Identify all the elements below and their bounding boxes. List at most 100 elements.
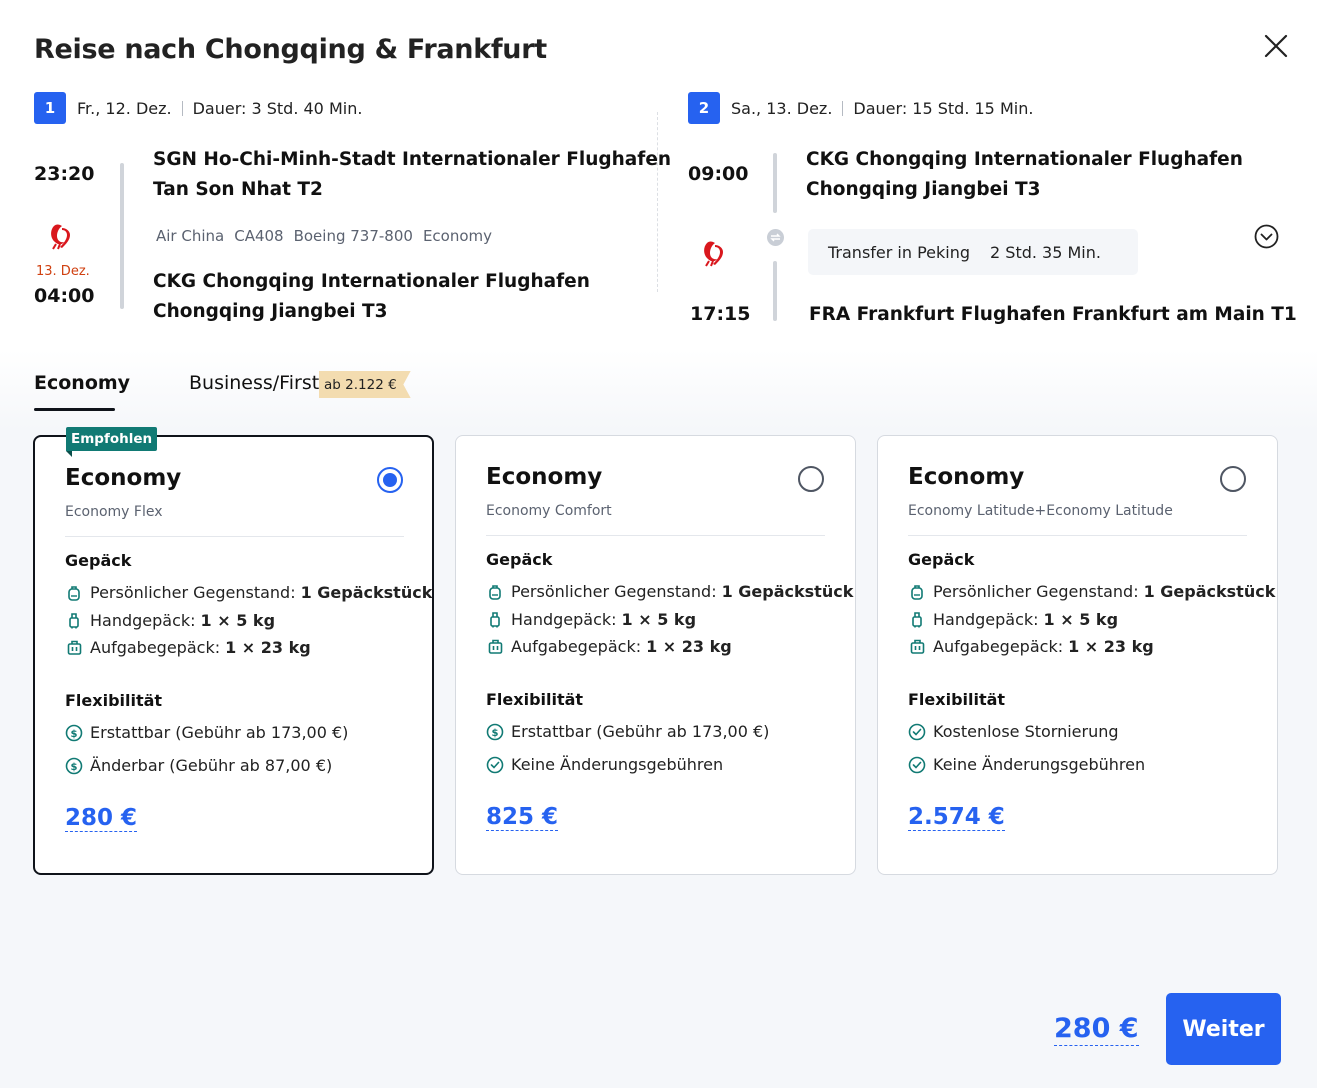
personal-item-row: Persönlicher Gegenstand: 1 Gepäckstück bbox=[65, 583, 432, 602]
arrival-airport-name: CKG Chongqing Internationaler Flughafen bbox=[153, 271, 590, 292]
dollar-circle-icon: $ bbox=[486, 723, 504, 741]
flight-timeline bbox=[773, 153, 777, 213]
checked-bag-value: 1 × 23 kg bbox=[1068, 637, 1154, 656]
dollar-circle-icon: $ bbox=[65, 724, 83, 742]
segment-number: 1 bbox=[34, 92, 66, 124]
flex-row-refund: $ Erstattbar (Gebühr ab 173,00 €) bbox=[486, 722, 769, 741]
segment-date: Fr., 12. Dez. bbox=[77, 98, 172, 118]
tab-active-indicator bbox=[34, 408, 115, 411]
checked-bag-value: 1 × 23 kg bbox=[646, 637, 732, 656]
personal-item-row: Persönlicher Gegenstand: 1 Gepäckstück bbox=[486, 582, 853, 601]
fare-price[interactable]: 825 € bbox=[486, 804, 559, 831]
transfer-info: Transfer in Peking 2 Std. 35 Min. bbox=[808, 229, 1138, 275]
carry-on-label: Handgepäck: bbox=[511, 610, 617, 629]
personal-item-value: 1 Gepäckstück bbox=[300, 583, 433, 602]
flex-cancel-text: Kostenlose Stornierung bbox=[933, 722, 1119, 741]
fare-radio[interactable] bbox=[798, 466, 824, 492]
carry-on-bag-icon bbox=[908, 611, 926, 629]
segment-duration: Dauer: 3 Std. 40 Min. bbox=[192, 98, 363, 118]
tab-economy[interactable]: Economy bbox=[34, 372, 130, 394]
departure-time: 23:20 bbox=[34, 163, 95, 185]
departure-airport-name: SGN Ho-Chi-Minh-Stadt Internationaler Fl… bbox=[153, 149, 672, 170]
departure-airport: CKG Chongqing Internationaler Flughafen … bbox=[806, 145, 1243, 205]
tab-business-first[interactable]: Business/First bbox=[189, 372, 319, 394]
backpack-icon bbox=[65, 584, 83, 602]
backpack-icon bbox=[486, 583, 504, 601]
arrival-airport-terminal: Chongqing Jiangbei T3 bbox=[153, 301, 388, 322]
flex-change-text: Keine Änderungsgebühren bbox=[511, 755, 724, 774]
suitcase-icon bbox=[486, 638, 504, 656]
segment-duration: Dauer: 15 Std. 15 Min. bbox=[853, 98, 1034, 118]
air-china-logo-icon bbox=[704, 241, 723, 267]
chevron-down-circle-icon[interactable] bbox=[1254, 224, 1279, 249]
fare-subtitle: Economy Comfort bbox=[486, 503, 612, 519]
carry-on-bag-icon bbox=[486, 611, 504, 629]
backpack-icon bbox=[908, 583, 926, 601]
flex-change-text: Änderbar (Gebühr ab 87,00 €) bbox=[90, 756, 333, 775]
transfer-label: Transfer in Peking bbox=[828, 242, 971, 262]
page-title: Reise nach Chongqing & Frankfurt bbox=[34, 34, 547, 65]
segment-1-header: 1 Fr., 12. Dez. Dauer: 3 Std. 40 Min. bbox=[34, 92, 362, 124]
flexibility-heading: Flexibilität bbox=[486, 690, 584, 709]
checked-bag-label: Aufgabegepäck: bbox=[933, 637, 1064, 656]
separator bbox=[842, 100, 844, 116]
fare-card-economy-flex[interactable]: Empfohlen Economy Economy Flex Gepäck Pe… bbox=[33, 427, 434, 875]
baggage-heading: Gepäck bbox=[486, 550, 553, 569]
departure-time: 09:00 bbox=[688, 163, 749, 185]
flight-timeline bbox=[120, 163, 124, 309]
segment-divider bbox=[657, 112, 658, 292]
segment-2-header: 2 Sa., 13. Dez. Dauer: 15 Std. 15 Min. bbox=[688, 92, 1033, 124]
flex-change-text: Keine Änderungsgebühren bbox=[933, 755, 1146, 774]
check-circle-icon bbox=[486, 756, 504, 774]
fare-card-economy-latitude[interactable]: Economy Economy Latitude+Economy Latitud… bbox=[877, 435, 1278, 875]
fare-price[interactable]: 280 € bbox=[65, 805, 138, 832]
fare-radio[interactable] bbox=[1220, 466, 1246, 492]
flex-refund-text: Erstattbar (Gebühr ab 173,00 €) bbox=[511, 722, 770, 741]
arrival-time: 17:15 bbox=[690, 303, 751, 325]
checked-bag-label: Aufgabegepäck: bbox=[90, 638, 221, 657]
arrival-airport: CKG Chongqing Internationaler Flughafen … bbox=[153, 267, 590, 327]
flexibility-heading: Flexibilität bbox=[65, 691, 163, 710]
continue-button[interactable]: Weiter bbox=[1166, 993, 1281, 1065]
divider bbox=[908, 535, 1247, 536]
total-price[interactable]: 280 € bbox=[1054, 1013, 1139, 1046]
fare-title: Economy bbox=[65, 465, 182, 491]
airline-name: Air China bbox=[156, 227, 225, 245]
transfer-icon bbox=[767, 229, 784, 246]
fare-price[interactable]: 2.574 € bbox=[908, 804, 1005, 831]
flex-row-change: Keine Änderungsgebühren bbox=[908, 755, 1145, 774]
arrival-next-day-date: 13. Dez. bbox=[36, 264, 90, 279]
personal-item-value: 1 Gepäckstück bbox=[721, 582, 854, 601]
personal-item-label: Persönlicher Gegenstand: bbox=[511, 582, 717, 601]
check-circle-icon bbox=[908, 723, 926, 741]
cabin-class: Economy bbox=[422, 227, 493, 245]
svg-text:$: $ bbox=[492, 728, 499, 739]
personal-item-value: 1 Gepäckstück bbox=[1143, 582, 1276, 601]
flight-details-modal: Reise nach Chongqing & Frankfurt 1 Fr., … bbox=[0, 0, 1317, 1088]
arrival-time: 04:00 bbox=[34, 285, 95, 307]
fare-card-economy-comfort[interactable]: Economy Economy Comfort Gepäck Persönlic… bbox=[455, 435, 856, 875]
departure-airport-terminal: Chongqing Jiangbei T3 bbox=[806, 179, 1041, 200]
carry-on-value: 1 × 5 kg bbox=[621, 610, 697, 629]
divider bbox=[65, 536, 404, 537]
segment-number: 2 bbox=[688, 92, 720, 124]
checked-bag-label: Aufgabegepäck: bbox=[511, 637, 642, 656]
fare-title: Economy bbox=[908, 464, 1025, 490]
close-button[interactable] bbox=[1258, 28, 1294, 64]
close-icon bbox=[1264, 34, 1288, 58]
personal-item-label: Persönlicher Gegenstand: bbox=[90, 583, 296, 602]
carry-on-bag-icon bbox=[65, 612, 83, 630]
personal-item-row: Persönlicher Gegenstand: 1 Gepäckstück bbox=[908, 582, 1275, 601]
fare-radio[interactable] bbox=[377, 467, 403, 493]
flex-row-change: $ Änderbar (Gebühr ab 87,00 €) bbox=[65, 756, 332, 775]
suitcase-icon bbox=[908, 638, 926, 656]
separator bbox=[181, 100, 183, 116]
departure-airport-name: CKG Chongqing Internationaler Flughafen bbox=[806, 149, 1243, 170]
baggage-heading: Gepäck bbox=[65, 551, 132, 570]
suitcase-icon bbox=[65, 639, 83, 657]
checked-bag-row: Aufgabegepäck: 1 × 23 kg bbox=[65, 638, 311, 657]
flight-timeline bbox=[773, 261, 777, 321]
departure-airport: SGN Ho-Chi-Minh-Stadt Internationaler Fl… bbox=[153, 145, 671, 205]
carry-on-label: Handgepäck: bbox=[933, 610, 1039, 629]
carry-on-row: Handgepäck: 1 × 5 kg bbox=[908, 610, 1118, 629]
